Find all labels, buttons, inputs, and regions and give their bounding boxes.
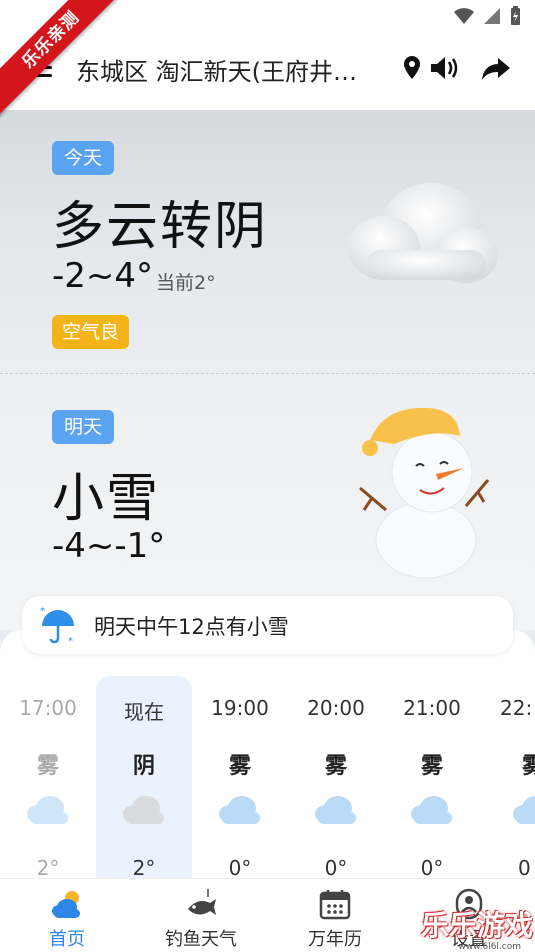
hour-time: 20:00 [307,696,365,720]
hourly-forecast[interactable]: 17:00 雾 2° 现在 阴 2° 19:00 雾 0° 20:00 雾 0°… [0,630,535,878]
cloud-icon [123,796,164,824]
hour-condition: 雾 [522,754,535,779]
wifi-icon [454,8,474,24]
location-title[interactable]: 东城区 淘汇新天(王府井… [76,52,396,87]
hour-column[interactable]: 21:00 雾 0° [384,676,480,878]
hour-time: 19:00 [211,696,269,720]
nav-calendar[interactable]: 万年历 [268,879,402,952]
tomorrow-condition: 小雪 [52,469,161,529]
nav-label: 首页 [49,929,85,950]
watermark-logo: 乐乐游戏 [420,909,533,942]
hour-column[interactable]: 19:00 雾 0° [192,676,288,878]
cloud-icon [348,183,498,283]
nav-label: 钓鱼天气 [165,929,237,950]
hour-time: 17:00 [19,696,77,720]
nav-label: 万年历 [308,929,362,950]
hour-time: 22: [500,696,533,720]
today-tag: 今天 [52,141,115,175]
svg-text:*: * [68,636,73,646]
svg-text:*: * [40,606,45,617]
hour-condition: 雾 [420,754,443,779]
hour-temp: 2° [132,856,156,878]
cloud-icon [27,796,68,824]
status-icons [453,6,521,26]
hour-column[interactable]: 17:00 雾 2° [0,676,96,878]
nav-fishing[interactable]: 钓鱼天气 [134,879,268,952]
battery-icon [511,6,520,25]
hour-time: 现在 [124,700,164,724]
hour-column-now[interactable]: 现在 阴 2° [96,676,192,878]
hour-condition: 阴 [132,754,155,779]
today-temp-range: -2~4° [52,256,154,296]
hour-temp: 0° [228,856,252,878]
air-quality-badge[interactable]: 空气良 [52,315,130,349]
weather-home-icon [52,891,80,918]
cloud-icon [219,796,260,824]
cloud-icon [411,796,452,824]
hour-temp: 0 [518,856,531,878]
current-temp: 当前2° [156,272,216,294]
tomorrow-temp-range: -4~-1° [52,526,166,566]
hour-condition: 雾 [324,754,347,779]
hour-temp: 2° [36,856,60,878]
hour-condition: 雾 [228,754,251,779]
share-icon[interactable] [480,52,512,84]
umbrella-snow-icon: * * [40,606,74,646]
hour-time: 21:00 [403,696,461,720]
forecast-hero: 今天 多云转阴 -2~4° 当前2° 空气良 明天 小雪 -4~-1° [0,110,535,630]
hour-column[interactable]: 20:00 雾 0° [288,676,384,878]
hour-temp: 0° [420,856,444,878]
snowman-icon [359,407,490,579]
weather-alert-card[interactable]: * * 明天中午12点有小雪 [22,596,513,654]
signal-icon [484,8,500,24]
today-condition: 多云转阴 [52,197,269,257]
section-divider [0,373,535,374]
speaker-icon[interactable] [428,52,460,84]
nav-home[interactable]: 首页 [0,879,134,952]
hour-column[interactable]: 22: 雾 0 [480,676,535,878]
fishing-icon [188,889,216,915]
hour-temp: 0° [324,856,348,878]
cloud-icon [513,796,535,824]
app-bar: 东城区 淘汇新天(王府井… [0,34,535,110]
calendar-icon [319,890,351,920]
tomorrow-tag: 明天 [52,410,115,444]
alert-text: 明天中午12点有小雪 [94,615,289,639]
hour-condition: 雾 [36,754,59,779]
cloud-icon [315,796,356,824]
watermark-url: www.6l6l.com [458,942,521,952]
